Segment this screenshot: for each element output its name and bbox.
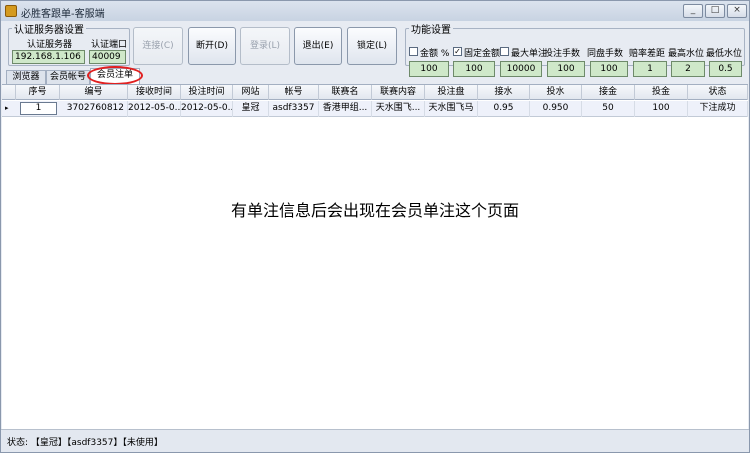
header-cell[interactable]: 接收时间 — [128, 85, 181, 100]
top-panel: 认证服务器设置 认证服务器 认证端口 192.168.1.106 40009 连… — [2, 21, 748, 77]
bet-hands-label: 投注手数 — [544, 49, 581, 59]
cell-receive-amount: 50 — [582, 101, 635, 117]
cell-id: 3702760812 — [60, 101, 128, 117]
header-cell[interactable]: 网站 — [233, 85, 269, 100]
status-bar: 状态: 【皇冠】【asdf3357】【未使用】 — [1, 429, 749, 452]
auth-server-group: 认证服务器设置 认证服务器 认证端口 192.168.1.106 40009 — [8, 21, 130, 66]
main-window: 必胜客跟单-客服端 _ □ × 认证服务器设置 认证服务器 认证端口 192.1… — [0, 0, 750, 453]
maximize-button[interactable]: □ — [705, 4, 725, 18]
exit-button[interactable]: 退出(E) — [294, 27, 342, 65]
grid-header: 序号 编号 接收时间 投注时间 网站 帐号 联赛名 联赛内容 投注盘 接水 投水… — [2, 85, 748, 100]
bets-grid: 序号 编号 接收时间 投注时间 网站 帐号 联赛名 联赛内容 投注盘 接水 投水… — [2, 84, 748, 429]
auth-group-legend: 认证服务器设置 — [14, 25, 84, 36]
cell-site: 皇冠 — [233, 101, 269, 117]
window-title: 必胜客跟单-客服端 — [21, 9, 105, 20]
table-row[interactable]: ▸ 1 3702760812 2012-05-0... 2012-05-0...… — [2, 101, 748, 117]
header-cell[interactable]: 联赛内容 — [372, 85, 425, 100]
cell-receive-water: 0.95 — [478, 101, 530, 117]
tab-member-accounts[interactable]: 会员帐号 — [46, 70, 90, 84]
max-bet-checkbox[interactable] — [500, 47, 509, 56]
max-bet-label: 最大单注 — [511, 49, 548, 59]
function-group-legend: 功能设置 — [411, 25, 451, 36]
header-cell[interactable]: 接金 — [582, 85, 635, 100]
odds-gap-label: 赔率差距 — [629, 49, 666, 59]
header-cell[interactable]: 帐号 — [269, 85, 319, 100]
tab-browser[interactable]: 浏览器 — [6, 70, 46, 84]
header-cell[interactable]: 投水 — [530, 85, 582, 100]
header-cell[interactable]: 编号 — [60, 85, 128, 100]
port-label: 认证端口 — [91, 40, 128, 50]
cell-bet-water: 0.950 — [530, 101, 582, 117]
close-button[interactable]: × — [727, 4, 747, 18]
max-water-label: 最高水位 — [668, 49, 705, 59]
cell-bet-amount: 100 — [635, 101, 688, 117]
title-bar[interactable]: 必胜客跟单-客服端 _ □ × — [1, 1, 749, 21]
minimize-button[interactable]: _ — [683, 4, 703, 18]
function-settings-group: 功能设置 金额 % 100 ✓ 固定金额 100 最大单注 10000 投注手数… — [405, 21, 745, 77]
highlight-ring — [87, 66, 143, 85]
fixed-amount-label: 固定金额 — [464, 49, 501, 59]
cell-league: 香港甲组... — [319, 101, 372, 117]
cell-status: 下注成功 — [688, 101, 748, 117]
same-handicap-label: 同盘手数 — [587, 49, 624, 59]
tab-strip: 浏览器 会员帐号 会员注单 — [2, 66, 748, 85]
row-pointer-icon: ▸ — [5, 104, 9, 112]
connect-button[interactable]: 连接(C) — [133, 27, 183, 65]
header-cell[interactable]: 状态 — [688, 85, 748, 100]
cell-account: asdf3357 — [269, 101, 319, 117]
header-row-selector — [2, 85, 16, 100]
cell-bet-time: 2012-05-0... — [181, 101, 233, 117]
header-cell[interactable]: 序号 — [16, 85, 60, 100]
login-button[interactable]: 登录(L) — [240, 27, 290, 65]
cell-bet-handicap: 天水围飞马 — [425, 101, 478, 117]
fixed-amount-checkbox[interactable]: ✓ — [453, 47, 462, 56]
header-cell[interactable]: 投注时间 — [181, 85, 233, 100]
status-text: 状态: 【皇冠】【asdf3357】【未使用】 — [7, 438, 163, 448]
server-label: 认证服务器 — [27, 40, 73, 50]
header-cell[interactable]: 投金 — [635, 85, 688, 100]
amount-percent-checkbox[interactable] — [409, 47, 418, 56]
cell-receive-time: 2012-05-0... — [128, 101, 181, 117]
amount-percent-label: 金额 % — [420, 49, 450, 59]
header-cell[interactable]: 投注盘 — [425, 85, 478, 100]
lock-button[interactable]: 锁定(L) — [347, 27, 397, 65]
server-input[interactable]: 192.168.1.106 — [12, 50, 85, 64]
min-water-label: 最低水位 — [706, 49, 743, 59]
header-cell[interactable]: 接水 — [478, 85, 530, 100]
app-icon — [5, 5, 17, 17]
cell-league-content: 天水围飞... — [372, 101, 425, 117]
disconnect-button[interactable]: 断开(D) — [188, 27, 236, 65]
port-input[interactable]: 40009 — [89, 50, 126, 64]
seq-cell-editor[interactable]: 1 — [20, 102, 57, 115]
annotation-note: 有单注信息后会出现在会员单注这个页面 — [230, 201, 519, 220]
header-cell[interactable]: 联赛名 — [319, 85, 372, 100]
